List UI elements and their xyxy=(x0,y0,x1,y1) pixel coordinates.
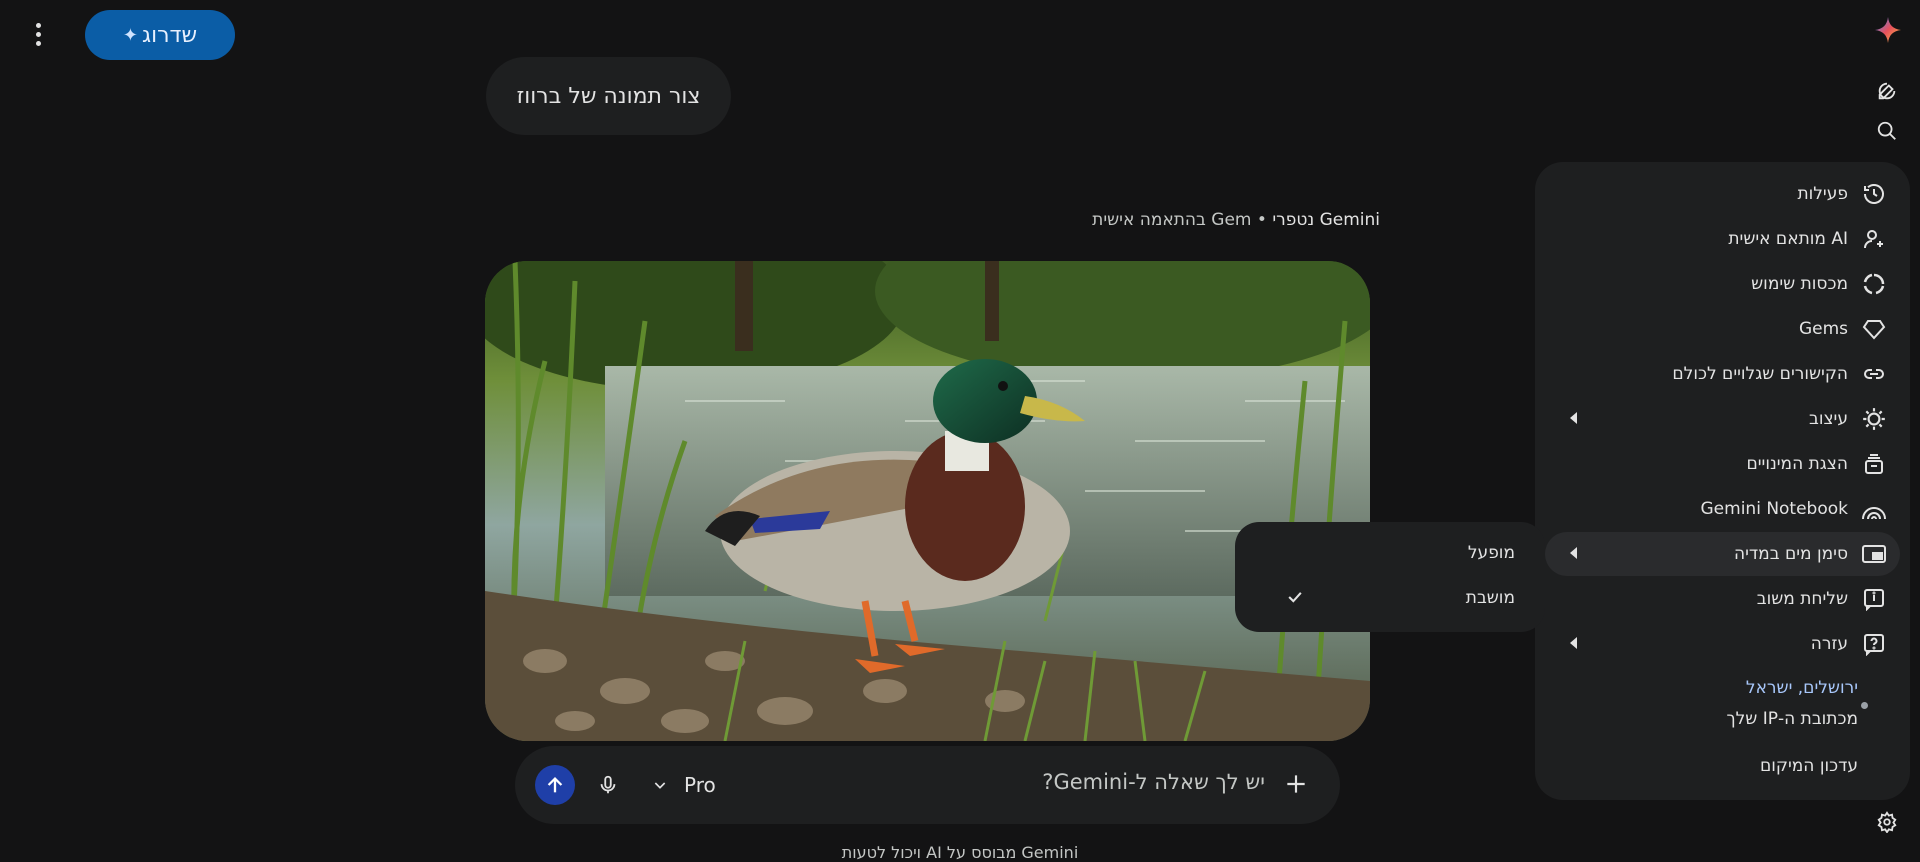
link-icon xyxy=(1858,358,1890,390)
disclaimer-text: Gemini מבוסס על AI ויכול לטעות xyxy=(841,843,1079,862)
gemini-logo-icon[interactable] xyxy=(1873,15,1903,45)
submenu-item-enabled[interactable]: מופעל xyxy=(1245,532,1535,574)
menu-item-send-feedback[interactable]: שליחת משוב xyxy=(1545,577,1900,621)
menu-item-help[interactable]: עזרה xyxy=(1545,622,1900,666)
theme-icon xyxy=(1858,403,1890,435)
menu-item-gems[interactable]: Gems xyxy=(1545,307,1900,351)
location-source: מכתובת ה-IP שלך xyxy=(1726,709,1858,729)
gem-icon xyxy=(1858,313,1890,345)
location-dot-icon xyxy=(1861,702,1868,709)
generated-duck-image[interactable] xyxy=(485,261,1370,741)
model-select-label: Pro xyxy=(684,773,716,797)
add-attachment-button[interactable] xyxy=(1280,768,1312,800)
kebab-dot xyxy=(35,40,41,46)
user-prompt-bubble: צור תמונה של ברווז xyxy=(486,57,731,135)
check-icon xyxy=(1285,587,1305,612)
prompt-input[interactable]: יש לך שאלה ל-Gemini? xyxy=(1042,770,1265,794)
kebab-dot xyxy=(35,31,41,37)
history-icon xyxy=(1858,178,1890,210)
menu-item-subscriptions[interactable]: הצגת המינויים xyxy=(1545,442,1900,486)
prompt-placeholder: יש לך שאלה ל-Gemini? xyxy=(1042,770,1265,794)
usage-ring-icon xyxy=(1858,268,1890,300)
more-options-button[interactable] xyxy=(24,20,52,48)
user-prompt-text: צור תמונה של ברווז xyxy=(516,83,701,109)
menu-item-activity[interactable]: פעילות xyxy=(1545,172,1900,216)
model-name: Gemini נטפרי xyxy=(1272,210,1380,230)
subscriptions-icon xyxy=(1858,448,1890,480)
upgrade-button[interactable]: שדרוג ✦ xyxy=(85,10,235,60)
sparkle-icon: ✦ xyxy=(122,24,139,46)
arrow-up-icon xyxy=(547,776,563,793)
update-location-link[interactable]: עדכון המיקום xyxy=(1760,756,1858,776)
plus-icon xyxy=(1287,775,1305,793)
menu-item-media-watermark[interactable]: סימן מים במדיה xyxy=(1545,532,1900,576)
feedback-icon xyxy=(1858,583,1890,615)
model-selector[interactable]: Pro xyxy=(652,768,716,802)
submenu-arrow-icon xyxy=(1570,547,1577,559)
mic-button[interactable] xyxy=(593,770,623,800)
new-chat-icon[interactable] xyxy=(1873,77,1901,105)
chevron-down-icon xyxy=(654,782,666,789)
notebook-icon xyxy=(1858,493,1890,525)
menu-item-public-links[interactable]: הקישורים שגלויים לכולם xyxy=(1545,352,1900,396)
gear-icon[interactable] xyxy=(1873,808,1901,836)
location-city[interactable]: ירושלים, ישראל xyxy=(1746,678,1858,698)
mic-icon xyxy=(600,775,616,794)
menu-item-theme[interactable]: עיצוב xyxy=(1545,397,1900,441)
submenu-item-disabled[interactable]: מושבת xyxy=(1245,577,1535,619)
menu-item-usage-quotas[interactable]: מכסות שימוש xyxy=(1545,262,1900,306)
submenu-arrow-icon xyxy=(1570,412,1577,424)
help-icon xyxy=(1858,628,1890,660)
watermark-icon xyxy=(1858,538,1890,570)
kebab-dot xyxy=(35,22,41,28)
menu-item-gemini-notebook[interactable]: Gemini Notebook xyxy=(1545,487,1900,531)
search-icon[interactable] xyxy=(1873,117,1901,145)
person-sparkle-icon xyxy=(1858,223,1890,255)
model-sub: Gem בהתאמה אישית xyxy=(1092,210,1252,230)
send-button[interactable] xyxy=(535,765,575,805)
model-attribution: Gemini נטפרי • Gem בהתאמה אישית xyxy=(1092,210,1380,230)
model-separator: • xyxy=(1256,210,1267,230)
upgrade-label: שדרוג xyxy=(142,22,198,48)
menu-item-personal-ai[interactable]: AI מותאם אישית xyxy=(1545,217,1900,261)
submenu-arrow-icon xyxy=(1570,637,1577,649)
